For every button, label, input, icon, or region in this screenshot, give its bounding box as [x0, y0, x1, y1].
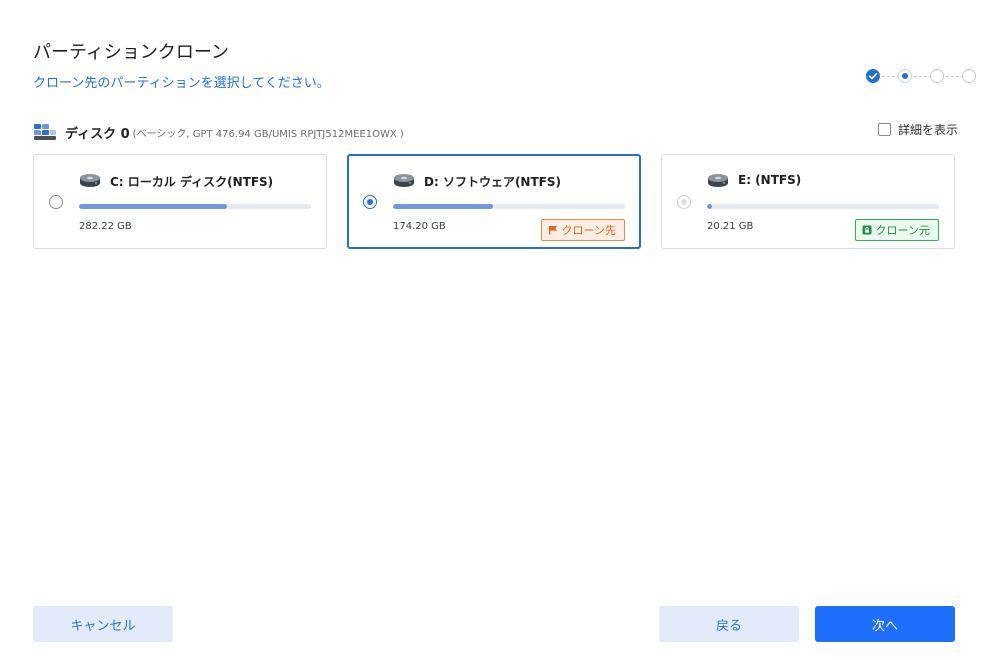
page-title: パーティションクローン: [33, 42, 230, 63]
partition-label: C: ローカル ディスク(NTFS): [110, 175, 274, 189]
step-3-todo: [930, 69, 944, 83]
flag-icon: [548, 226, 557, 235]
usage-fill: [79, 204, 228, 209]
drive-icon: [394, 174, 414, 187]
partition-label: D: ソフトウェア(NTFS): [424, 175, 561, 189]
partition-card-d[interactable]: D: ソフトウェア(NTFS) 174.20 GB クローン先: [347, 154, 641, 249]
step-1-done: [866, 69, 880, 83]
show-details-label: 詳細を表示: [898, 123, 959, 137]
step-indicator: [866, 68, 978, 84]
usage-fill: [707, 204, 712, 209]
partition-radio[interactable]: [49, 195, 63, 209]
disk-name: ディスク 0: [65, 126, 130, 142]
step-2-current: [898, 69, 912, 83]
partition-size: 174.20 GB: [393, 221, 446, 232]
usage-bar: [79, 204, 311, 209]
clone-target-badge: クローン先: [540, 219, 625, 241]
page-subtitle: クローン先のパーティションを選択してください。: [33, 76, 330, 91]
back-button[interactable]: 戻る: [659, 606, 799, 642]
show-details-checkbox[interactable]: 詳細を表示: [878, 121, 958, 138]
checkbox-box[interactable]: [878, 123, 891, 136]
check-icon: [868, 73, 878, 80]
partition-card-e[interactable]: E: (NTFS) 20.21 GB クローン元: [661, 154, 955, 249]
next-button[interactable]: 次へ: [815, 606, 955, 642]
disk-stack-icon: [34, 124, 56, 140]
usage-fill: [393, 204, 493, 209]
partition-label: E: (NTFS): [738, 173, 802, 187]
disk-header: ディスク 0 (ベーシック, GPT 476.94 GB/UMIS RPJTJ5…: [33, 122, 404, 142]
partition-radio-selected[interactable]: [363, 195, 377, 209]
lock-icon: [862, 225, 872, 235]
usage-bar: [707, 204, 939, 209]
disk-info: (ベーシック, GPT 476.94 GB/UMIS RPJTJ512MEE1O…: [132, 128, 404, 140]
partition-card-c[interactable]: C: ローカル ディスク(NTFS) 282.22 GB: [33, 154, 327, 249]
partition-size: 20.21 GB: [707, 221, 754, 232]
step-4-todo: [962, 69, 976, 83]
clone-source-label: クローン元: [875, 224, 930, 237]
clone-target-label: クローン先: [561, 224, 616, 237]
usage-bar: [393, 204, 625, 209]
partition-size: 282.22 GB: [79, 221, 132, 232]
drive-icon: [80, 174, 100, 187]
clone-source-badge: クローン元: [854, 219, 939, 241]
partition-radio-disabled: [677, 195, 691, 209]
drive-icon: [708, 174, 728, 187]
cancel-button[interactable]: キャンセル: [33, 606, 173, 642]
